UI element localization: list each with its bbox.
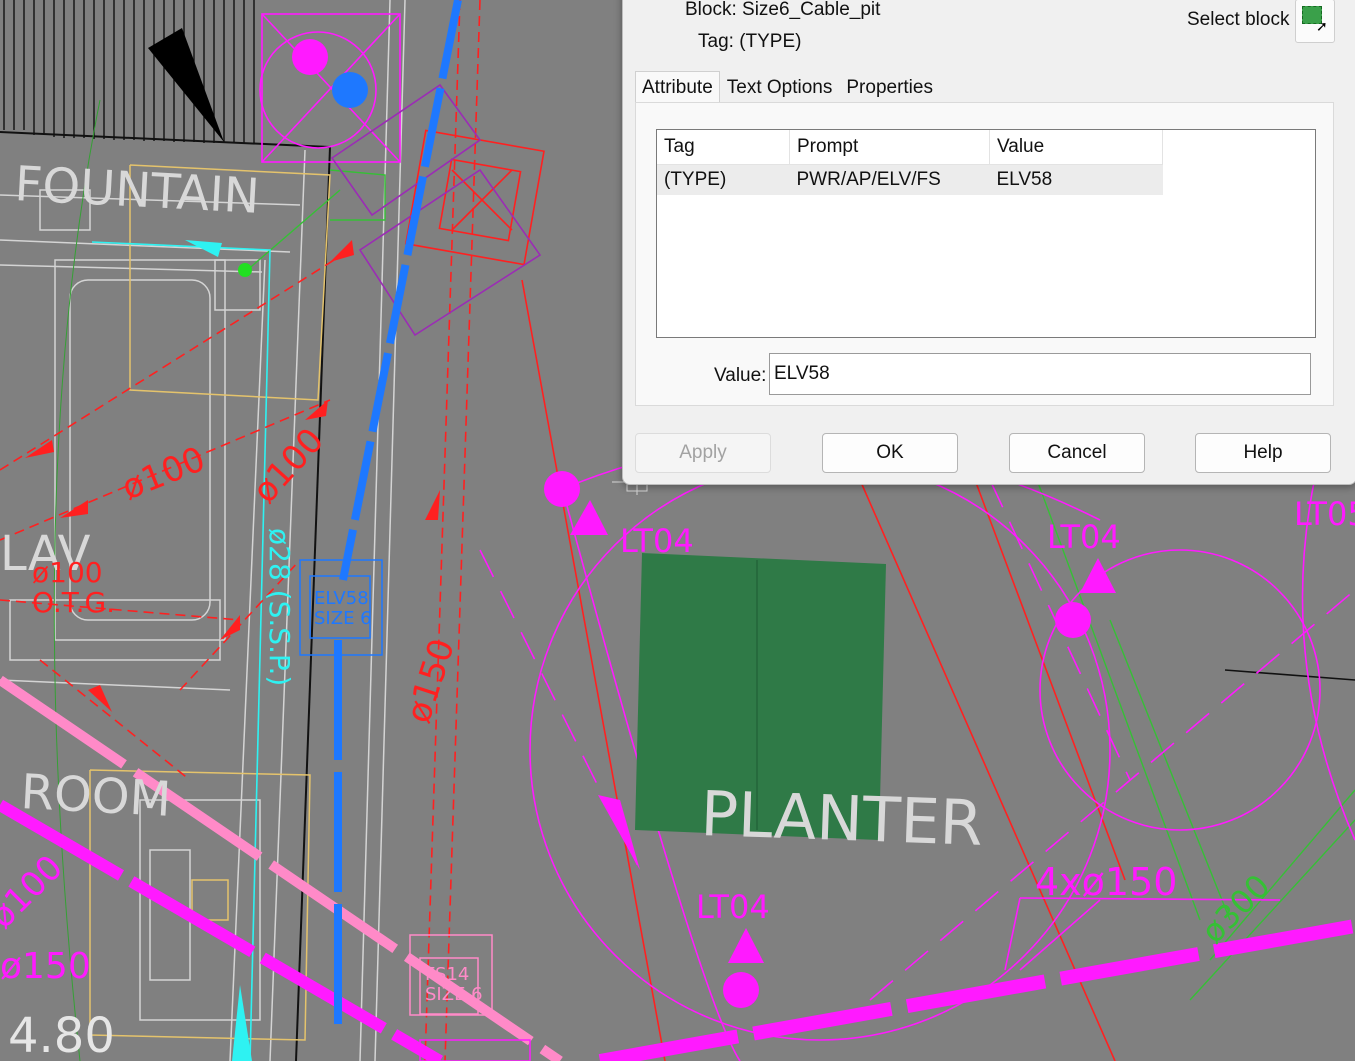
cancel-button[interactable]: Cancel	[1009, 433, 1145, 473]
fs14-pit-size: SIZE 6	[425, 984, 483, 1005]
pipe-label-100-a: ø100	[116, 439, 210, 508]
value-field-label: Value:	[714, 365, 767, 386]
value-input[interactable]	[769, 353, 1311, 395]
tab-properties[interactable]: Properties	[839, 71, 940, 105]
lt04-label-2: LT04	[1047, 518, 1121, 556]
pipe-label-28: ø28 (S.S.P.)	[263, 528, 296, 686]
pointer-cursor-icon: ➚	[1316, 18, 1328, 34]
lt04-label-1: LT04	[620, 522, 694, 560]
cell-prompt: PWR/AP/ELV/FS	[789, 164, 990, 195]
magenta-duct-2	[598, 919, 1355, 1061]
tab-bar: Attribute Text Options Properties	[635, 71, 940, 106]
fountain-label: FOUNTAIN	[13, 156, 261, 225]
room-label: ROOM	[19, 764, 172, 828]
level-label: 4.80	[8, 1008, 115, 1061]
table-header-row: Tag Prompt Value	[657, 130, 1163, 165]
apply-button[interactable]: Apply	[635, 433, 771, 473]
cell-value: ELV58	[989, 164, 1163, 195]
tab-text-options[interactable]: Text Options	[720, 71, 840, 105]
pipe-label-100-otg: ø100	[32, 556, 103, 589]
column-header-prompt[interactable]: Prompt	[789, 130, 990, 165]
column-header-value[interactable]: Value	[989, 130, 1163, 165]
fs14-pit-name: FS14	[425, 964, 469, 985]
lt05-label: LT05	[1294, 495, 1355, 533]
table-row[interactable]: (TYPE) PWR/AP/ELV/FS ELV58	[657, 164, 1163, 195]
column-header-tag[interactable]: Tag	[657, 130, 790, 165]
elv58-pit-name: ELV58	[314, 588, 369, 609]
tag-name-label: Tag: (TYPE)	[698, 31, 802, 52]
attribute-list[interactable]: Tag Prompt Value (TYPE) PWR/AP/ELV/FS EL…	[656, 129, 1316, 338]
north-arrow-icon	[148, 28, 224, 142]
pipe-label-4x150: 4xø150	[1035, 860, 1177, 904]
otg-label: O.T.G.	[32, 586, 115, 619]
select-block-button[interactable]: ➚	[1295, 0, 1335, 43]
help-button[interactable]: Help	[1195, 433, 1331, 473]
block-name-label: Block: Size6_Cable_pit	[685, 0, 881, 20]
pipe-label-100-c: ø100	[0, 847, 71, 936]
red-arrows	[25, 240, 440, 712]
pipe-label-150-b: ø150	[0, 946, 91, 987]
cell-tag: (TYPE)	[657, 164, 790, 195]
edit-attributes-dialog: Block: Size6_Cable_pit Tag: (TYPE) Selec…	[622, 0, 1355, 485]
ok-button[interactable]: OK	[822, 433, 958, 473]
select-block-label: Select block	[1187, 9, 1290, 30]
planter-label: PLANTER	[699, 777, 984, 860]
attribute-panel: Tag Prompt Value (TYPE) PWR/AP/ELV/FS EL…	[635, 102, 1334, 406]
tab-attribute[interactable]: Attribute	[635, 71, 720, 106]
pipe-label-150-a: ø150	[399, 634, 464, 728]
lt04-label-3: LT04	[696, 888, 770, 926]
cyan-pipe	[91, 241, 271, 1061]
elv58-pit-size: SIZE 6	[314, 608, 372, 629]
